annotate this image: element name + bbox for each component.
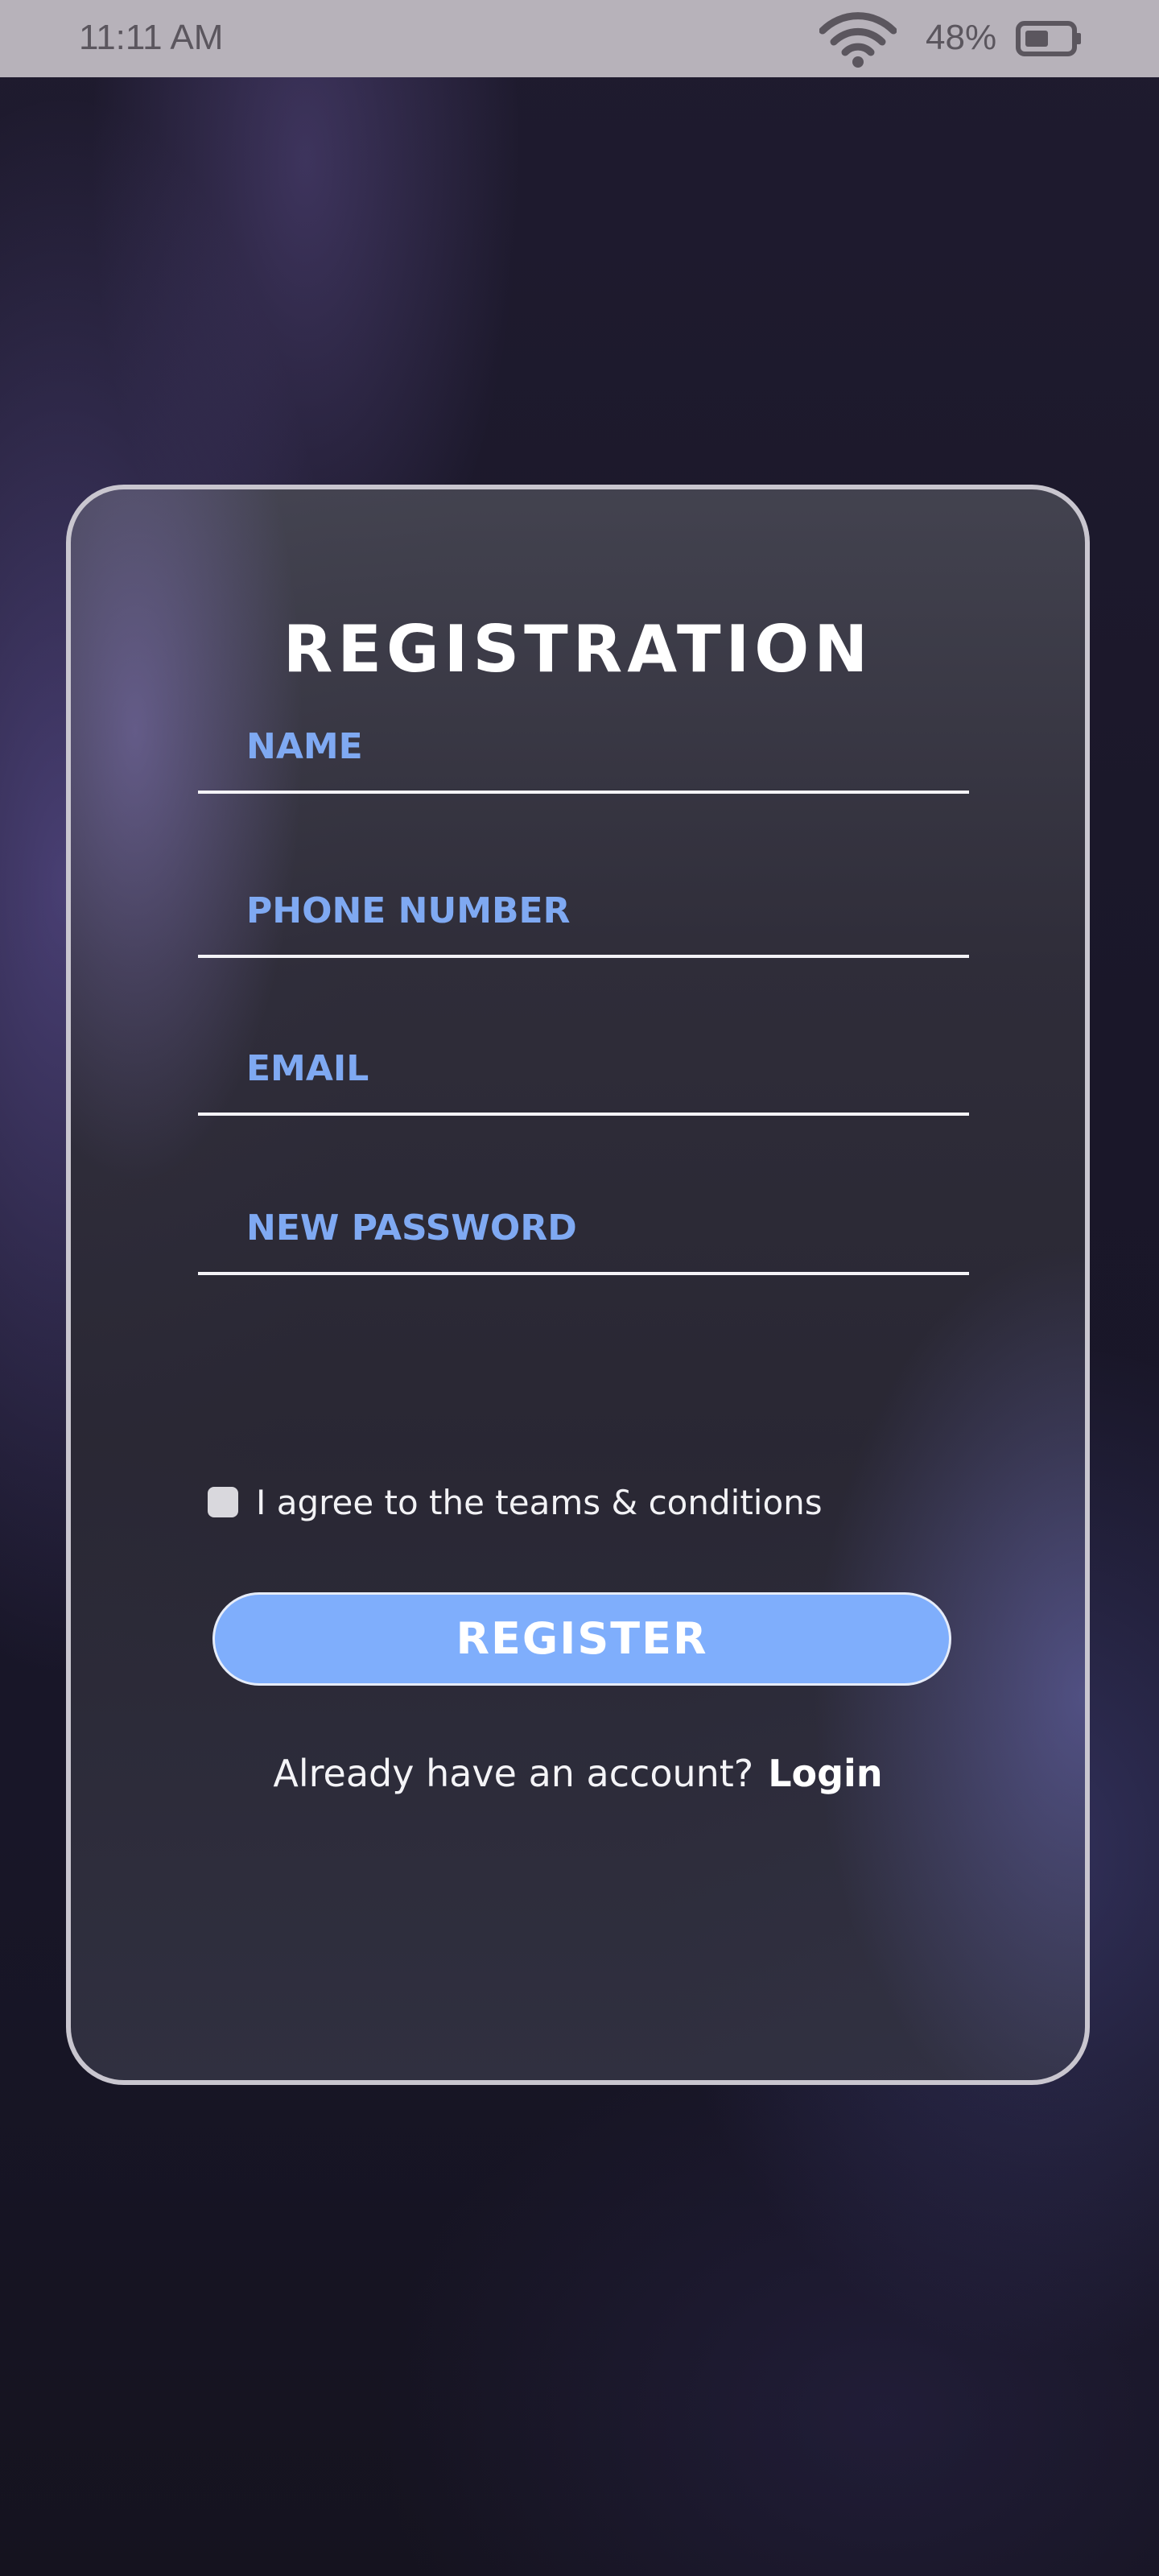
email-input[interactable]	[198, 1024, 969, 1113]
battery-icon	[1016, 21, 1081, 56]
register-button[interactable]: REGISTER	[212, 1592, 951, 1686]
name-input[interactable]	[198, 702, 969, 791]
page-title: REGISTRATION	[283, 612, 873, 687]
battery-percent: 48%	[926, 18, 997, 57]
status-bar: 11:11 AM 48%	[0, 0, 1159, 77]
registration-card: REGISTRATION I agree to the teams & cond…	[66, 485, 1090, 2085]
wifi-icon	[819, 12, 897, 68]
name-field	[198, 702, 969, 794]
login-row: Already have an account? Login	[71, 1752, 1085, 1795]
terms-label[interactable]: I agree to the teams & conditions	[256, 1483, 823, 1522]
status-time: 11:11 AM	[79, 18, 224, 57]
login-link[interactable]: Login	[768, 1752, 882, 1795]
phone-field	[198, 866, 969, 958]
password-input[interactable]	[198, 1183, 969, 1272]
password-field	[198, 1183, 969, 1275]
email-field	[198, 1024, 969, 1116]
login-prompt: Already have an account?	[273, 1752, 754, 1795]
terms-checkbox[interactable]	[208, 1487, 238, 1517]
phone-input[interactable]	[198, 866, 969, 955]
terms-row: I agree to the teams & conditions	[208, 1478, 823, 1526]
